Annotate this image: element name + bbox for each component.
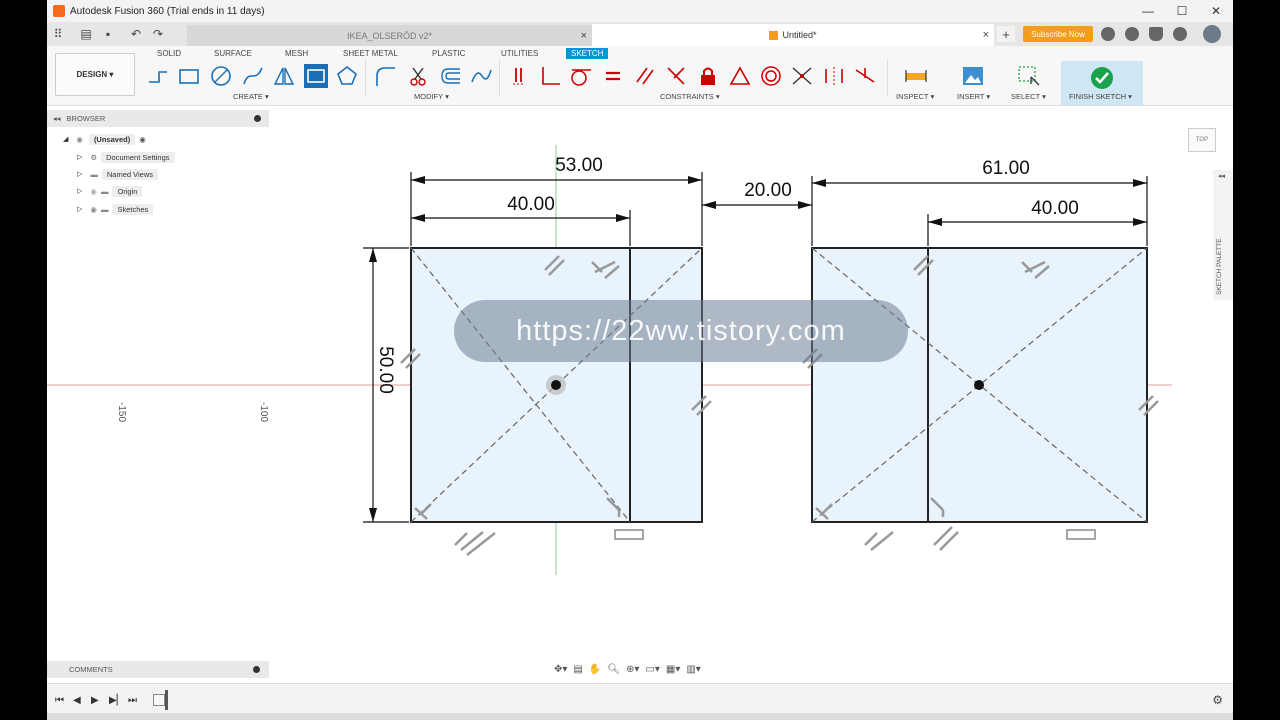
root-label: (Unsaved) xyxy=(88,133,136,145)
browser-item-label: Document Settings xyxy=(101,151,175,163)
activate-radio-icon[interactable]: ◉ xyxy=(139,135,146,144)
grid-settings-icon[interactable]: ▦▾ xyxy=(666,664,680,675)
browser-item-label: Named Views xyxy=(101,168,159,180)
watermark-overlay: https://22ww.tistory.com xyxy=(454,300,908,362)
timeline-bar: ⏮ ◀ ▶ ▶▏ ⏭ ⚙ xyxy=(47,683,1233,713)
browser-item[interactable]: ▷ ◉ ▬ Sketches xyxy=(77,202,154,216)
comments-title: COMMENTS xyxy=(69,665,113,674)
display-settings-icon[interactable]: ▭▾ xyxy=(645,664,659,675)
zoom-icon[interactable]: 🔍︎ xyxy=(607,664,620,675)
fit-icon[interactable]: ⊕▾ xyxy=(626,664,639,675)
bottom-strip xyxy=(47,713,1233,720)
dimension-label[interactable]: 61.00 xyxy=(982,158,1030,179)
dimension-label[interactable]: 20.00 xyxy=(744,180,792,201)
expand-arrow-icon[interactable]: ◢ xyxy=(63,135,68,143)
expand-arrow-icon[interactable]: ▷ xyxy=(77,205,82,213)
eye-icon[interactable]: ◉ xyxy=(90,205,97,214)
panel-options-icon[interactable] xyxy=(254,115,261,122)
eye-hidden-icon[interactable]: ◉ xyxy=(90,187,97,196)
eye-icon[interactable]: ◉ xyxy=(76,135,83,144)
timeline-sketch-icon[interactable] xyxy=(153,694,165,706)
gear-icon: ⚙ xyxy=(90,152,98,162)
orbit-icon[interactable]: ✥▾ xyxy=(554,664,567,675)
axis-tick-label: -150 xyxy=(116,402,127,422)
timeline-marker[interactable] xyxy=(165,690,168,710)
expand-palette-icon[interactable]: ◂◂ xyxy=(1218,172,1225,180)
timeline-start-icon[interactable]: ⏮ xyxy=(55,695,64,706)
browser-header[interactable]: ◂◂ BROWSER xyxy=(47,110,269,127)
dimension-label[interactable]: 40.00 xyxy=(507,194,555,215)
add-comment-icon[interactable] xyxy=(253,666,260,673)
expand-arrow-icon[interactable]: ▷ xyxy=(77,153,82,161)
left-profile[interactable] xyxy=(410,247,703,523)
collapse-icon[interactable]: ◂◂ xyxy=(53,114,61,123)
folder-icon: ▬ xyxy=(100,204,109,214)
look-at-icon[interactable]: ▤ xyxy=(573,664,582,675)
expand-arrow-icon[interactable]: ▷ xyxy=(77,187,82,195)
sketch-palette-tab[interactable]: ◂◂ SKETCH PALETTE xyxy=(1213,170,1233,300)
viewports-icon[interactable]: ▥▾ xyxy=(686,664,700,675)
horizontal-constraint-icon[interactable] xyxy=(1066,529,1096,540)
right-profile[interactable] xyxy=(811,247,1148,523)
sketch-palette-label: SKETCH PALETTE xyxy=(1216,238,1223,295)
browser-root[interactable]: ◢ ◉ (Unsaved) ◉ xyxy=(63,132,146,146)
timeline-back-icon[interactable]: ◀ xyxy=(73,695,81,706)
timeline-play-icon[interactable]: ▶ xyxy=(91,695,99,706)
browser-title: BROWSER xyxy=(66,114,106,123)
timeline-forward-icon[interactable]: ▶▏ xyxy=(109,695,124,706)
horizontal-constraint-icon[interactable] xyxy=(614,529,644,540)
app-window: Autodesk Fusion 360 (Trial ends in 11 da… xyxy=(47,0,1233,720)
expand-arrow-icon[interactable]: ▷ xyxy=(77,170,82,178)
browser-panel: ◂◂ BROWSER ◢ ◉ (Unsaved) ◉ ▷ ⚙ Document … xyxy=(47,110,269,230)
folder-icon: ▬ xyxy=(100,186,109,196)
viewcube-face-label: TOP xyxy=(1195,137,1209,143)
comments-panel[interactable]: COMMENTS xyxy=(47,661,269,678)
pan-icon[interactable]: ✋ xyxy=(589,664,601,675)
dimension-label[interactable]: 53.00 xyxy=(555,155,603,176)
browser-item-label: Sketches xyxy=(112,203,154,215)
dimension-label[interactable]: 50.00 xyxy=(375,346,396,394)
axis-tick-label: -100 xyxy=(258,402,269,422)
timeline-end-icon[interactable]: ⏭ xyxy=(128,695,137,706)
browser-item-label: Origin xyxy=(112,185,143,197)
navigation-bar: ✥▾ ▤ ✋ 🔍︎ ⊕▾ ▭▾ ▦▾ ▥▾ xyxy=(554,660,701,678)
timeline-settings-gear-icon[interactable]: ⚙ xyxy=(1212,693,1223,707)
browser-item[interactable]: ▷ ◉ ▬ Origin xyxy=(77,184,143,198)
folder-icon: ▬ xyxy=(90,169,98,179)
browser-item[interactable]: ▷ ⚙ Document Settings xyxy=(77,150,175,164)
browser-item[interactable]: ▷ ▬ Named Views xyxy=(77,167,159,181)
view-cube[interactable]: TOP xyxy=(1188,128,1216,152)
dimension-label[interactable]: 40.00 xyxy=(1031,198,1079,219)
